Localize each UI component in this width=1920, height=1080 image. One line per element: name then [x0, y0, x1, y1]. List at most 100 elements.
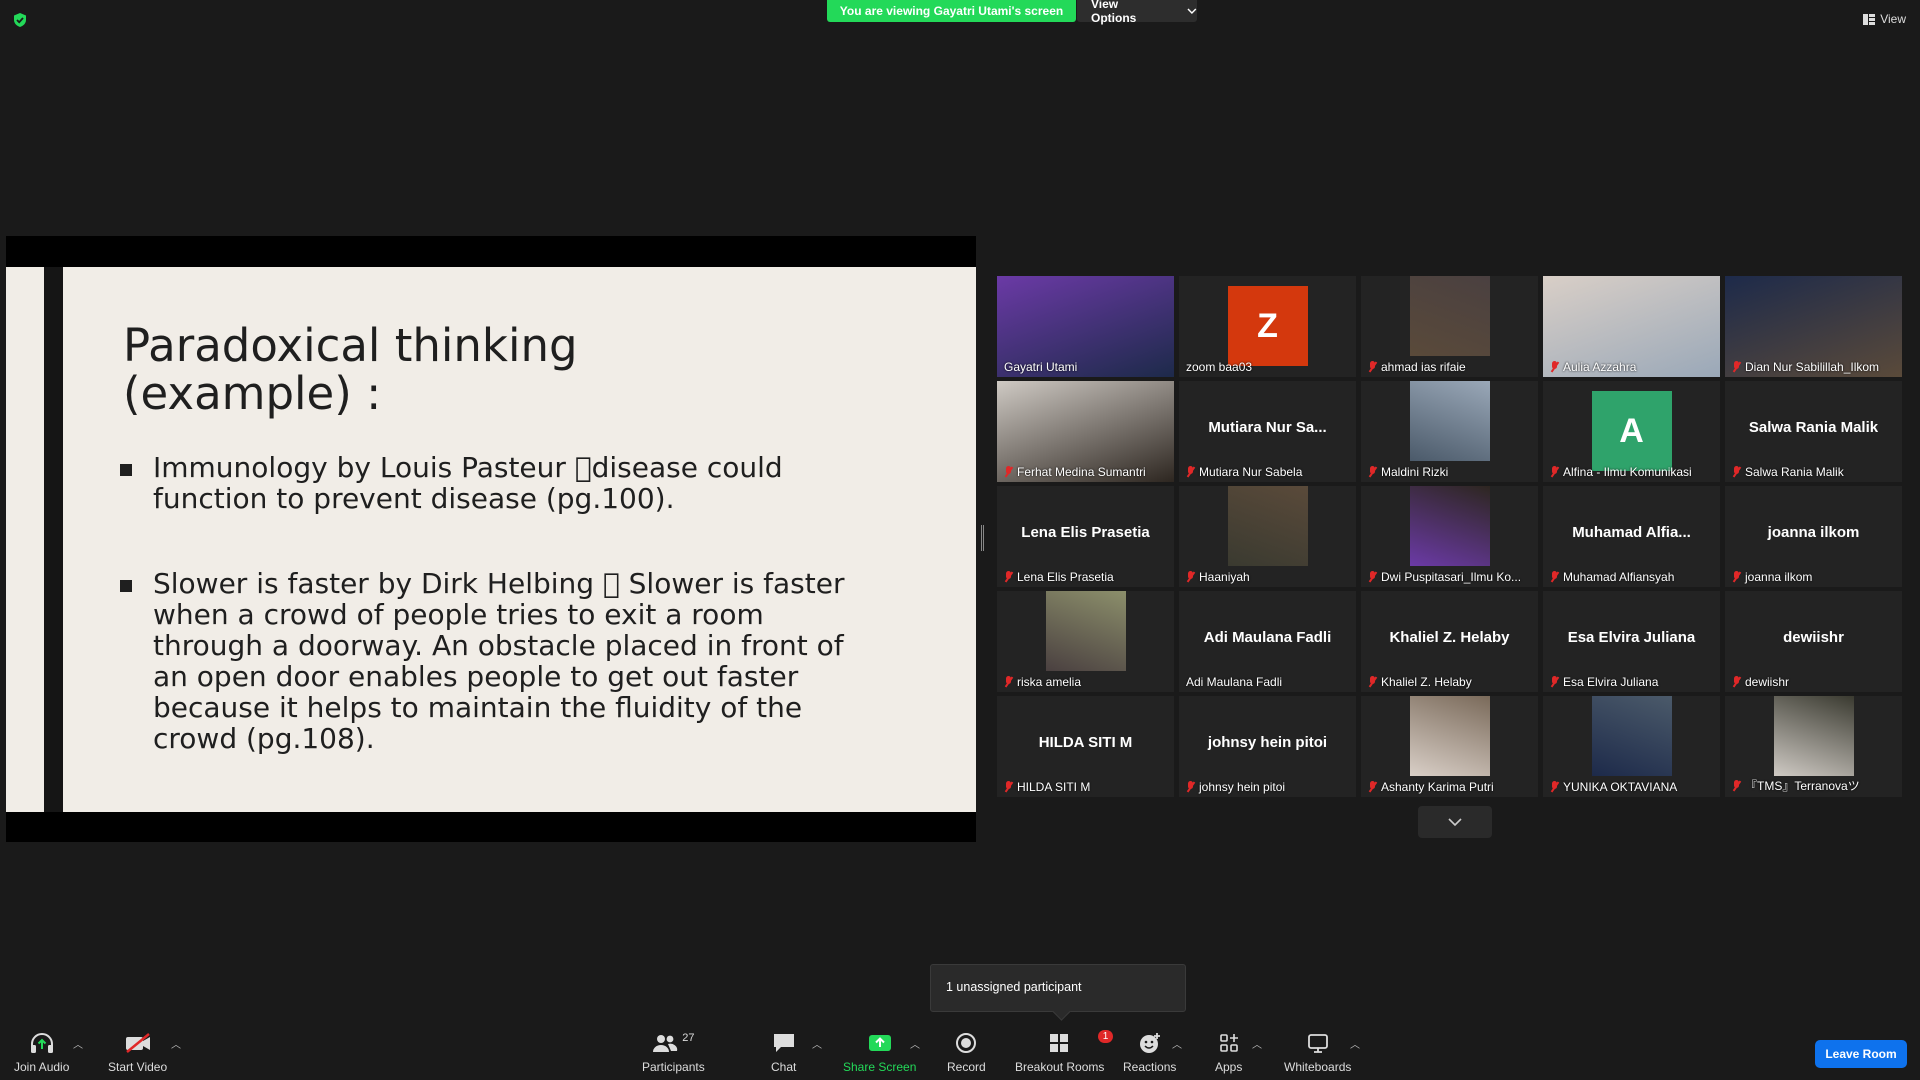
muted-mic-icon: [1186, 466, 1195, 478]
muted-mic-icon: [1368, 571, 1377, 583]
muted-mic-icon: [1550, 781, 1559, 793]
gallery-next-page-button[interactable]: [1418, 806, 1492, 838]
share-options-caret[interactable]: ︿: [910, 1036, 920, 1051]
participant-name: Dwi Puspitasari_Ilmu Ko...: [1368, 570, 1521, 584]
participant-tile[interactable]: A Alfina - Ilmu Komunikasi: [1543, 381, 1720, 482]
join-audio-button[interactable]: Join Audio: [14, 1030, 69, 1074]
view-button[interactable]: View: [1863, 12, 1906, 26]
participant-tile[interactable]: 『TMS』Terranovaツ: [1725, 696, 1902, 797]
participant-name: dewiishr: [1732, 675, 1789, 689]
participant-tile[interactable]: Muhamad Alfia... Muhamad Alfiansyah: [1543, 486, 1720, 587]
participant-name: Adi Maulana Fadli: [1186, 675, 1282, 689]
start-video-label: Start Video: [108, 1060, 168, 1074]
participant-tile[interactable]: Haaniyah: [1179, 486, 1356, 587]
participant-tile[interactable]: HILDA SITI M HILDA SITI M: [997, 696, 1174, 797]
participant-tile[interactable]: Salwa Rania Malik Salwa Rania Malik: [1725, 381, 1902, 482]
participant-name-text: riska amelia: [1017, 675, 1082, 689]
participant-tile[interactable]: Dwi Puspitasari_Ilmu Ko...: [1361, 486, 1538, 587]
participant-name: Dian Nur Sabilillah_Ilkom: [1732, 360, 1879, 374]
leave-room-button[interactable]: Leave Room: [1815, 1040, 1907, 1068]
participant-name-text: dewiishr: [1745, 675, 1790, 689]
participant-tile[interactable]: Esa Elvira Juliana Esa Elvira Juliana: [1543, 591, 1720, 692]
muted-mic-icon: [1186, 781, 1195, 793]
split-divider-handle[interactable]: [981, 525, 984, 551]
participant-photo: [1409, 696, 1490, 776]
participant-name: Muhamad Alfiansyah: [1550, 570, 1674, 584]
view-options-button[interactable]: View Options: [1077, 0, 1197, 25]
participant-name: joanna ilkom: [1732, 570, 1812, 584]
participant-tile[interactable]: johnsy hein pitoi johnsy hein pitoi: [1179, 696, 1356, 797]
participants-button[interactable]: 27 Participants: [642, 1030, 705, 1074]
participant-tile[interactable]: riska amelia: [997, 591, 1174, 692]
participant-photo: [1409, 276, 1490, 356]
participant-name-text: joanna ilkom: [1745, 570, 1813, 584]
participant-tile[interactable]: dewiishr dewiishr: [1725, 591, 1902, 692]
participant-name: Haaniyah: [1186, 570, 1250, 584]
participant-name-text: 『TMS』Terranovaツ: [1745, 779, 1860, 793]
chat-options-caret[interactable]: ︿: [812, 1036, 822, 1051]
participant-tile[interactable]: Ashanty Karima Putri: [1361, 696, 1538, 797]
breakout-rooms-icon: [1049, 1034, 1068, 1052]
grid-view-icon: [1863, 13, 1876, 25]
muted-mic-icon: [1732, 361, 1741, 373]
participant-name-text: YUNIKA OKTAVIANA: [1563, 780, 1678, 794]
participant-name: Khaliel Z. Helaby: [1368, 675, 1472, 689]
reactions-button[interactable]: Reactions: [1123, 1030, 1176, 1074]
participant-name-text: Dian Nur Sabilillah_Ilkom: [1745, 360, 1880, 374]
participant-tile[interactable]: Dian Nur Sabilillah_Ilkom: [1725, 276, 1902, 377]
participant-tile[interactable]: Maldini Rizki: [1361, 381, 1538, 482]
participant-tile[interactable]: Adi Maulana Fadli Adi Maulana Fadli: [1179, 591, 1356, 692]
muted-mic-icon: [1004, 466, 1013, 478]
apps-options-caret[interactable]: ︿: [1252, 1036, 1262, 1051]
share-screen-button[interactable]: Share Screen: [843, 1030, 916, 1074]
slide-side-band: [44, 267, 63, 812]
breakout-rooms-button[interactable]: 1 Breakout Rooms: [1015, 1030, 1114, 1074]
participant-tile[interactable]: YUNIKA OKTAVIANA: [1543, 696, 1720, 797]
participant-name: Maldini Rizki: [1368, 465, 1448, 479]
start-video-button[interactable]: Start Video: [108, 1030, 167, 1074]
participant-tile[interactable]: Mutiara Nur Sa... Mutiara Nur Sabela: [1179, 381, 1356, 482]
muted-mic-icon: [1550, 466, 1559, 478]
viewing-banner: You are viewing Gayatri Utami's screen: [827, 0, 1076, 22]
leave-room-label: Leave Room: [1825, 1047, 1897, 1061]
participant-photo: [1591, 696, 1672, 776]
participant-tile[interactable]: Ferhat Medina Sumantri: [997, 381, 1174, 482]
participant-display-name: Lena Elis Prasetia: [1021, 524, 1150, 541]
participant-name: Alfina - Ilmu Komunikasi: [1550, 465, 1692, 479]
chat-button[interactable]: Chat: [771, 1030, 796, 1074]
participant-name-text: Ferhat Medina Sumantri: [1017, 465, 1146, 479]
participant-tile[interactable]: Khaliel Z. Helaby Khaliel Z. Helaby: [1361, 591, 1538, 692]
participant-tile[interactable]: Zzoom baa03: [1179, 276, 1356, 377]
participant-name: zoom baa03: [1186, 360, 1252, 374]
audio-options-caret[interactable]: ︿: [73, 1036, 83, 1051]
whiteboards-button[interactable]: Whiteboards: [1284, 1030, 1351, 1074]
muted-mic-icon: [1550, 361, 1559, 373]
apps-button[interactable]: Apps: [1215, 1030, 1242, 1074]
participant-tile[interactable]: Gayatri Utami: [997, 276, 1174, 377]
reactions-options-caret[interactable]: ︿: [1172, 1036, 1182, 1051]
participant-display-name: Esa Elvira Juliana: [1567, 629, 1696, 646]
participant-tile[interactable]: joanna ilkom joanna ilkom: [1725, 486, 1902, 587]
participant-name: riska amelia: [1004, 675, 1081, 689]
participant-tile[interactable]: Aulia Azzahra: [1543, 276, 1720, 377]
muted-mic-icon: [1732, 779, 1741, 792]
participant-name: Salwa Rania Malik: [1732, 465, 1844, 479]
whiteboards-options-caret[interactable]: ︿: [1350, 1036, 1360, 1051]
participant-name: 『TMS』Terranovaツ: [1732, 777, 1860, 794]
participant-tile[interactable]: Lena Elis Prasetia Lena Elis Prasetia: [997, 486, 1174, 587]
participant-avatar: Z: [1227, 286, 1308, 366]
participant-name-text: zoom baa03: [1186, 360, 1253, 374]
participant-tile[interactable]: ahmad ias rifaie: [1361, 276, 1538, 377]
muted-mic-icon: [1004, 781, 1013, 793]
participant-name-text: Muhamad Alfiansyah: [1563, 570, 1675, 584]
video-options-caret[interactable]: ︿: [171, 1036, 181, 1051]
participant-display-name: Khaliel Z. Helaby: [1389, 629, 1510, 646]
muted-mic-icon: [1004, 676, 1013, 688]
security-shield-icon[interactable]: [12, 12, 28, 28]
slide-title: Paradoxical thinking (example) :: [123, 322, 823, 418]
chevron-down-icon: [1448, 817, 1462, 826]
record-button[interactable]: Record: [947, 1030, 986, 1074]
participant-display-name: Salwa Rania Malik: [1748, 419, 1879, 436]
participant-avatar: A: [1591, 391, 1672, 471]
unassigned-participant-tooltip[interactable]: 1 unassigned participant: [930, 964, 1186, 1012]
